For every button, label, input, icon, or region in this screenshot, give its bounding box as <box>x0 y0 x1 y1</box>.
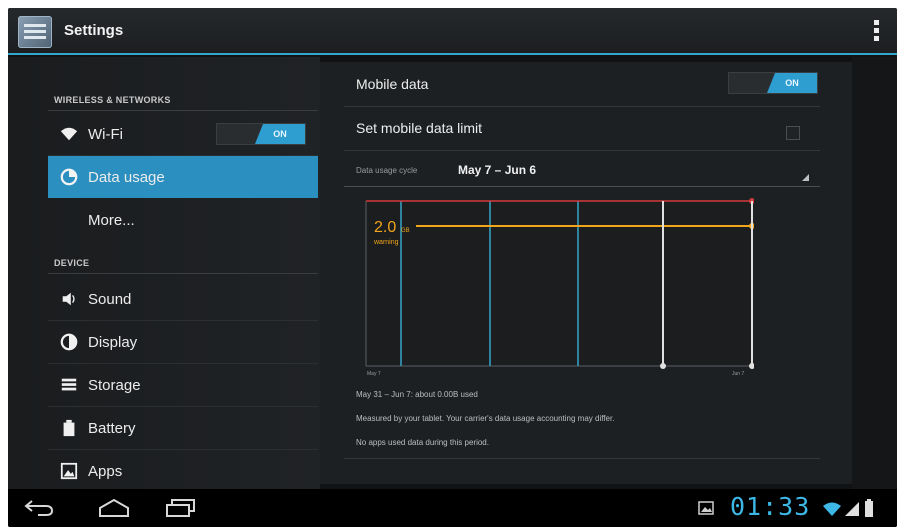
mobile-data-label: Mobile data <box>356 76 429 92</box>
warning-value: 2.0 <box>374 219 396 236</box>
spinner-arrow-icon[interactable] <box>802 174 809 181</box>
data-usage-icon <box>60 168 78 186</box>
wifi-icon <box>60 127 78 141</box>
sidebar-item-apps[interactable]: Apps <box>48 450 318 492</box>
sidebar-item-wifi[interactable]: Wi-Fi ON <box>48 113 318 155</box>
sidebar-item-label: More... <box>88 212 135 229</box>
back-icon[interactable] <box>24 499 56 517</box>
sidebar-item-label: Apps <box>88 463 123 480</box>
set-data-limit-label: Set mobile data limit <box>356 120 483 136</box>
section-divider <box>48 273 318 274</box>
brightness-icon <box>60 333 78 351</box>
divider <box>344 186 820 187</box>
sidebar-item-label: Battery <box>88 420 136 437</box>
overflow-menu-icon[interactable] <box>869 18 883 44</box>
sidebar-item-sound[interactable]: Sound <box>48 278 318 320</box>
apps-icon <box>60 462 78 480</box>
usage-cycle-label: Data usage cycle <box>356 166 418 175</box>
sidebar-item-display[interactable]: Display <box>48 321 318 363</box>
warning-unit: GB <box>401 228 410 234</box>
section-header-wireless: WIRELESS & NETWORKS <box>54 95 171 105</box>
sidebar-item-label: Wi-Fi <box>88 126 123 143</box>
cell-signal-icon <box>845 502 859 516</box>
sidebar-item-label: Data usage <box>88 169 165 186</box>
pane-gutter <box>852 57 897 489</box>
x-axis-start-label: May 7 <box>367 371 381 377</box>
section-header-device: DEVICE <box>54 258 90 268</box>
divider <box>344 106 820 107</box>
wifi-toggle-state: ON <box>255 124 305 144</box>
carrier-disclaimer-text: Measured by your tablet. Your carrier's … <box>356 414 615 423</box>
sidebar-item-battery[interactable]: Battery <box>48 407 318 449</box>
status-clock[interactable]: 01:33 <box>730 492 810 521</box>
action-bar: Settings <box>8 8 897 55</box>
mobile-data-toggle[interactable]: ON <box>728 72 818 94</box>
settings-screen: Settings WIRELESS & NETWORKS Wi-Fi ON Da… <box>8 8 897 527</box>
data-usage-panel: Mobile data ON Set mobile data limit Dat… <box>320 62 852 484</box>
mobile-data-toggle-state: ON <box>767 73 817 93</box>
warning-label: warning <box>373 239 399 246</box>
sidebar-item-label: Sound <box>88 291 132 308</box>
set-data-limit-checkbox[interactable] <box>786 126 800 140</box>
usage-cycle-spinner[interactable]: May 7 – Jun 6 <box>458 163 536 177</box>
app-title: Settings <box>64 22 124 39</box>
sweep-start-handle[interactable] <box>660 363 666 369</box>
sidebar-item-data-usage[interactable]: Data usage <box>48 156 318 198</box>
x-axis-end-label: Jun 7 <box>732 371 744 377</box>
data-usage-chart: 2.0 GB warning May 7 Jun 7 <box>365 198 754 377</box>
sidebar-item-more[interactable]: More... <box>48 199 318 241</box>
battery-icon <box>63 419 75 437</box>
screenshot-notification-icon[interactable] <box>698 500 714 516</box>
no-apps-text: No apps used data during this period. <box>356 438 489 447</box>
recent-apps-icon[interactable] <box>164 498 198 518</box>
system-navigation-bar: 01:33 <box>8 489 897 527</box>
section-divider <box>48 110 318 111</box>
sidebar-item-label: Storage <box>88 377 141 394</box>
settings-sidebar: WIRELESS & NETWORKS Wi-Fi ON Data usage … <box>8 57 320 489</box>
usage-summary-text: May 31 – Jun 7: about 0.00B used <box>356 390 478 399</box>
home-icon[interactable] <box>96 498 132 518</box>
sidebar-item-label: Display <box>88 334 138 351</box>
divider <box>344 150 820 151</box>
storage-icon <box>61 378 77 391</box>
wifi-signal-icon <box>823 502 841 516</box>
divider <box>344 458 820 459</box>
wifi-toggle[interactable]: ON <box>216 123 306 145</box>
speaker-icon <box>62 292 75 306</box>
sidebar-item-storage[interactable]: Storage <box>48 364 318 406</box>
battery-status-icon <box>865 499 873 517</box>
settings-app-icon[interactable] <box>18 16 52 48</box>
